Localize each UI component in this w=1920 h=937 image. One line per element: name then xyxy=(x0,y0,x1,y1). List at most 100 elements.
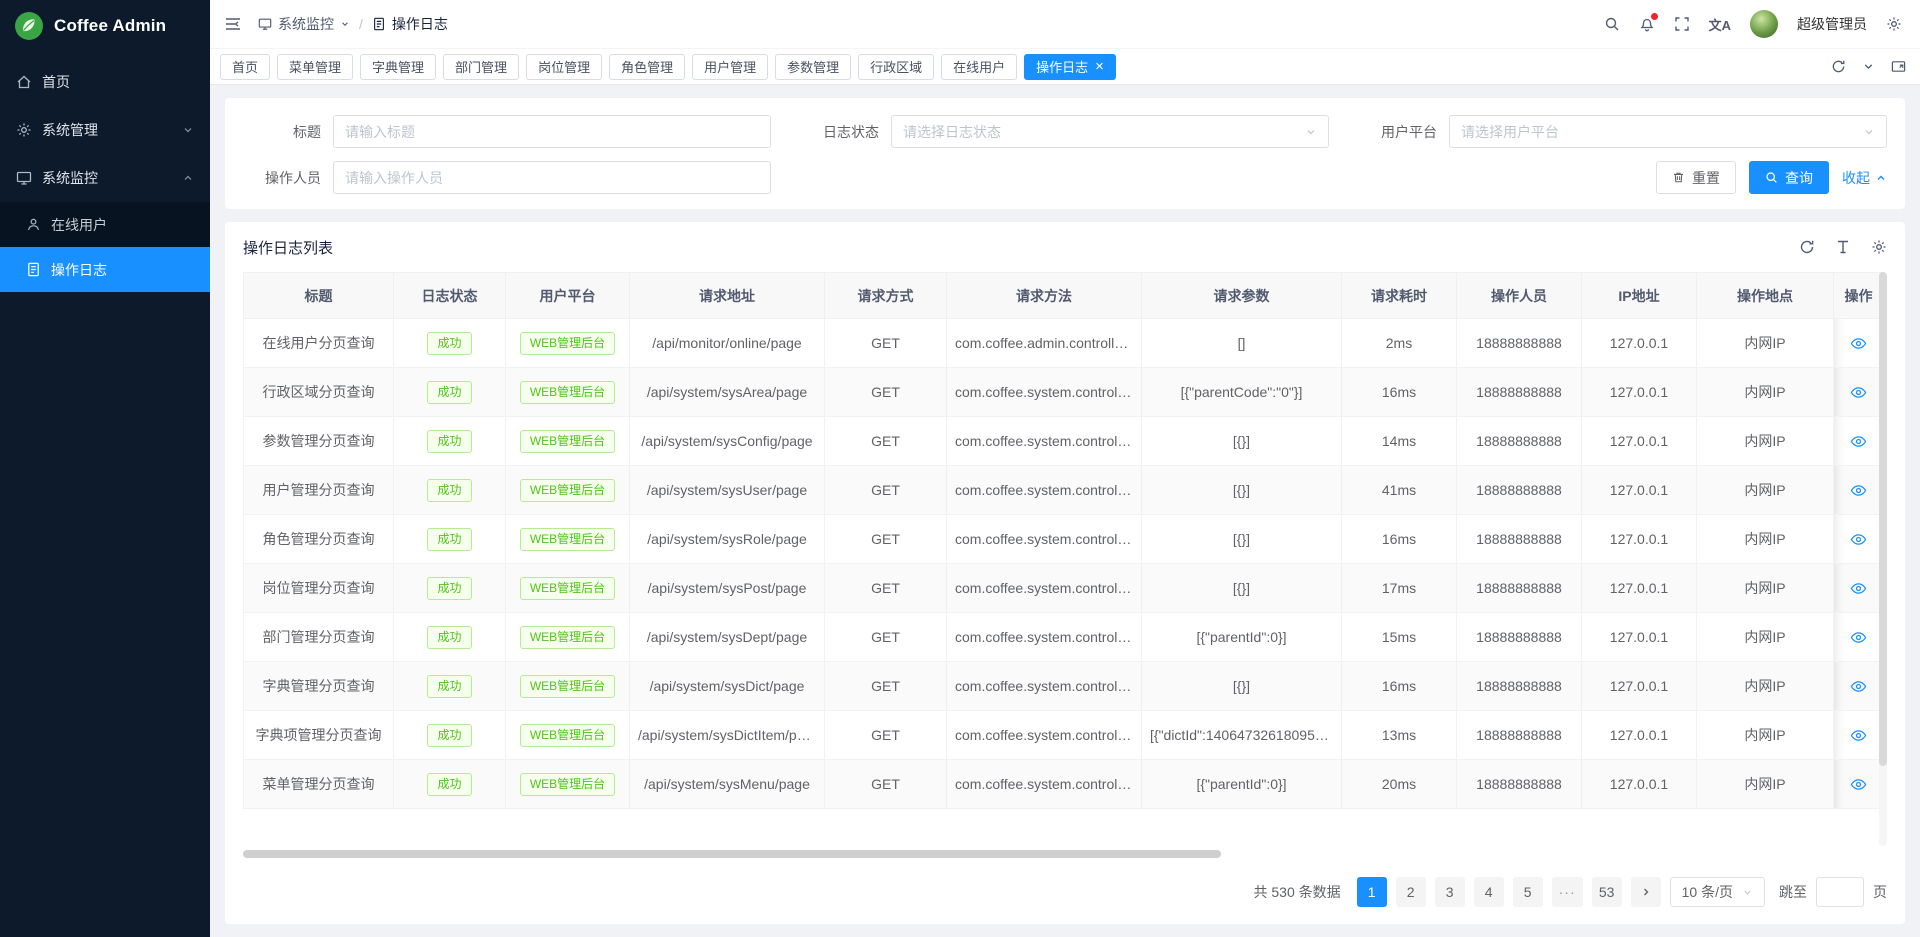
tab-label: 字典管理 xyxy=(372,57,424,76)
tab-list: 首页菜单管理 字典管理部门管理岗位管理角色管理用户管理参数管理行政区域在线用户操作… xyxy=(220,54,1817,80)
trash-icon xyxy=(1672,171,1685,184)
pagination-page-3[interactable]: 3 xyxy=(1435,877,1465,907)
tab-菜单管理[interactable]: 菜单管理 xyxy=(277,54,353,80)
cell-location: 内网IP xyxy=(1697,417,1834,466)
sidebar-item-system-monitor[interactable]: 系统监控 xyxy=(0,154,210,202)
cell-status: 成功 xyxy=(394,368,506,417)
user-platform-select[interactable]: 请选择用户平台 xyxy=(1449,115,1887,148)
sidebar-item-operation-log[interactable]: 操作日志 xyxy=(0,247,210,292)
chevron-down-icon xyxy=(1863,126,1875,138)
pagination-ellipsis[interactable]: ··· xyxy=(1552,877,1583,907)
table-column-height-icon[interactable] xyxy=(1835,239,1851,255)
view-detail-eye-icon[interactable] xyxy=(1850,629,1867,646)
tab-label: 菜单管理 xyxy=(289,57,341,76)
title-filter-input[interactable] xyxy=(333,115,771,148)
cell-operator: 18888888888 xyxy=(1457,613,1582,662)
sidebar-item-online-users[interactable]: 在线用户 xyxy=(0,202,210,247)
avatar[interactable] xyxy=(1750,10,1778,38)
horizontal-scrollbar-thumb[interactable] xyxy=(243,850,1221,858)
tab-行政区域[interactable]: 行政区域 xyxy=(858,54,934,80)
chevron-right-icon xyxy=(1640,886,1652,898)
tab-部门管理[interactable]: 部门管理 xyxy=(443,54,519,80)
translate-icon[interactable]: 文A xyxy=(1709,15,1731,34)
tab-岗位管理[interactable]: 岗位管理 xyxy=(526,54,602,80)
view-detail-eye-icon[interactable] xyxy=(1850,727,1867,744)
reset-button[interactable]: 重置 xyxy=(1656,161,1736,194)
cell-location: 内网IP xyxy=(1697,662,1834,711)
pagination-page-2[interactable]: 2 xyxy=(1396,877,1426,907)
table-tools xyxy=(1799,239,1887,255)
cell-function: com.coffee.system.controlle... xyxy=(947,760,1142,809)
table-row: 岗位管理分页查询成功WEB管理后台/api/system/sysPost/pag… xyxy=(244,564,1884,613)
tab-用户管理[interactable]: 用户管理 xyxy=(692,54,768,80)
table-refresh-icon[interactable] xyxy=(1799,239,1815,255)
sidebar-item-label: 首页 xyxy=(42,72,70,92)
column-header: IP地址 xyxy=(1582,273,1697,319)
sidebar-item-home[interactable]: 首页 xyxy=(0,58,210,106)
pagination-next-button[interactable] xyxy=(1631,877,1661,907)
view-detail-eye-icon[interactable] xyxy=(1850,531,1867,548)
fullscreen-icon[interactable] xyxy=(1674,16,1690,32)
cell-duration: 16ms xyxy=(1342,368,1457,417)
tab-字典管理[interactable]: 字典管理 xyxy=(360,54,436,80)
chevron-down-icon xyxy=(182,124,194,136)
cell-function: com.coffee.system.controlle... xyxy=(947,515,1142,564)
vertical-scrollbar-thumb[interactable] xyxy=(1879,272,1887,766)
search-icon xyxy=(1765,171,1778,184)
tab-close-icon[interactable]: × xyxy=(1095,59,1104,74)
operator-filter-label: 操作人员 xyxy=(243,168,333,188)
cell-method: GET xyxy=(825,368,947,417)
notification-dot xyxy=(1651,13,1658,20)
table-row: 字典管理分页查询成功WEB管理后台/api/system/sysDict/pag… xyxy=(244,662,1884,711)
tab-操作日志[interactable]: 操作日志× xyxy=(1024,54,1116,80)
tab-参数管理[interactable]: 参数管理 xyxy=(775,54,851,80)
pagination-page-53[interactable]: 53 xyxy=(1592,877,1622,907)
view-detail-eye-icon[interactable] xyxy=(1850,335,1867,352)
search-button[interactable]: 查询 xyxy=(1749,161,1829,194)
cell-url: /api/monitor/online/page xyxy=(630,319,825,368)
tab-label: 参数管理 xyxy=(787,57,839,76)
vertical-scrollbar[interactable] xyxy=(1879,272,1887,846)
content-fullscreen-icon[interactable] xyxy=(1891,59,1906,74)
cell-function: com.coffee.admin.controller... xyxy=(947,319,1142,368)
horizontal-scrollbar[interactable] xyxy=(243,850,1873,858)
tabs-options-chevron-icon[interactable] xyxy=(1862,60,1875,73)
cell-title: 岗位管理分页查询 xyxy=(244,564,394,613)
view-detail-eye-icon[interactable] xyxy=(1850,433,1867,450)
pagination-page-1[interactable]: 1 xyxy=(1357,877,1387,907)
notification-bell-icon[interactable] xyxy=(1639,16,1655,32)
cell-location: 内网IP xyxy=(1697,319,1834,368)
sidebar-collapse-icon[interactable] xyxy=(224,15,242,33)
cell-ip: 127.0.0.1 xyxy=(1582,515,1697,564)
pagination-page-4[interactable]: 4 xyxy=(1474,877,1504,907)
search-icon[interactable] xyxy=(1604,16,1620,32)
operator-filter-input[interactable] xyxy=(333,161,771,194)
cell-ip: 127.0.0.1 xyxy=(1582,662,1697,711)
tab-首页[interactable]: 首页 xyxy=(220,54,270,80)
view-detail-eye-icon[interactable] xyxy=(1850,580,1867,597)
status-tag: 成功 xyxy=(427,675,471,698)
view-detail-eye-icon[interactable] xyxy=(1850,482,1867,499)
pagination-page-5[interactable]: 5 xyxy=(1513,877,1543,907)
collapse-filter-link[interactable]: 收起 xyxy=(1842,168,1887,188)
sidebar-item-system-management[interactable]: 系统管理 xyxy=(0,106,210,154)
tab-角色管理[interactable]: 角色管理 xyxy=(609,54,685,80)
pagination: 共 530 条数据 12345···53 10 条/页 跳至 xyxy=(243,866,1887,918)
settings-gear-icon[interactable] xyxy=(1886,16,1902,32)
table-settings-gear-icon[interactable] xyxy=(1871,239,1887,255)
chevron-up-icon xyxy=(182,172,194,184)
tab-在线用户[interactable]: 在线用户 xyxy=(941,54,1017,80)
tabs-refresh-icon[interactable] xyxy=(1831,59,1846,74)
username[interactable]: 超级管理员 xyxy=(1797,14,1867,34)
cell-params: [{}] xyxy=(1142,515,1342,564)
cell-duration: 13ms xyxy=(1342,711,1457,760)
log-status-select[interactable]: 请选择日志状态 xyxy=(891,115,1329,148)
cell-status: 成功 xyxy=(394,564,506,613)
breadcrumb-parent[interactable]: 系统监控 xyxy=(258,14,350,34)
view-detail-eye-icon[interactable] xyxy=(1850,384,1867,401)
view-detail-eye-icon[interactable] xyxy=(1850,776,1867,793)
view-detail-eye-icon[interactable] xyxy=(1850,678,1867,695)
page-size-select[interactable]: 10 条/页 xyxy=(1670,877,1765,907)
cell-duration: 14ms xyxy=(1342,417,1457,466)
jump-to-input[interactable] xyxy=(1816,877,1864,907)
